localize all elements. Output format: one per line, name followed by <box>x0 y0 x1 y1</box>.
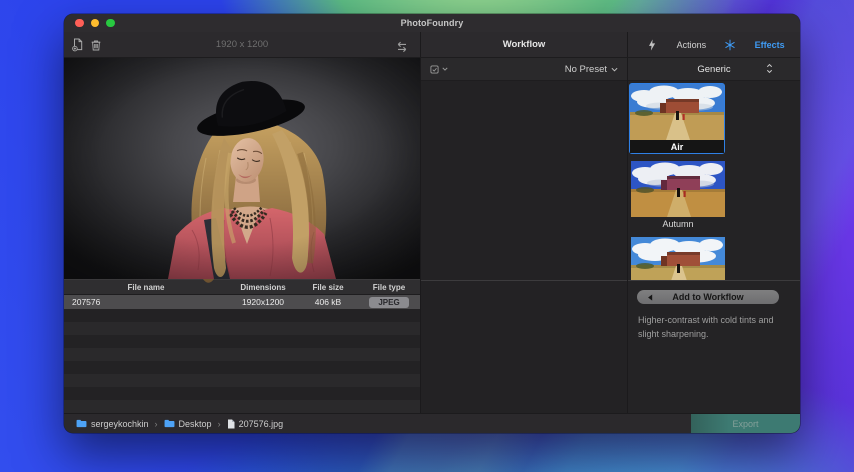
browser-panel: File name Dimensions File size File type… <box>64 58 421 413</box>
popup-updown-icon <box>766 63 773 74</box>
column-file-size[interactable]: File size <box>298 283 358 292</box>
table-row-empty <box>64 309 420 322</box>
file-type-badge: JPEG <box>369 297 408 308</box>
file-list-empty-area <box>64 309 420 413</box>
breadcrumb-user-folder[interactable]: sergeykochkin <box>91 419 149 429</box>
sparkle-snowflake-icon <box>724 39 736 51</box>
image-dimensions-label: 1920 x 1200 <box>64 39 420 50</box>
workflow-panel: No Preset <box>421 58 628 413</box>
portrait-photo <box>64 58 420 279</box>
effect-category-popup[interactable]: Generic <box>628 58 800 81</box>
cell-file-type: JPEG <box>358 297 420 308</box>
effect-detail-area: Add to Workflow Higher-contrast with col… <box>628 280 800 413</box>
table-row-empty <box>64 348 420 361</box>
workflow-options-menu[interactable] <box>430 65 448 74</box>
tab-actions[interactable]: Actions <box>677 40 707 50</box>
effect-description: Higher-contrast with cold tints and slig… <box>638 314 790 341</box>
compare-toggle-button[interactable] <box>393 38 411 56</box>
folder-icon <box>76 419 87 428</box>
cell-file-size: 406 kB <box>298 297 358 307</box>
breadcrumb-desktop[interactable]: Desktop <box>179 419 212 429</box>
tab-actions-icon-slot[interactable] <box>643 36 661 54</box>
chevron-down-icon <box>611 67 618 72</box>
photofoundry-window: PhotoFoundry 1920 x 1200 <box>64 14 800 433</box>
add-to-workflow-button[interactable]: Add to Workflow <box>637 290 779 304</box>
effects-list: Air <box>628 81 800 280</box>
tab-effects[interactable]: Effects <box>755 40 785 50</box>
effect-thumbnail-third[interactable] <box>631 237 725 280</box>
column-file-name[interactable]: File name <box>64 283 228 292</box>
export-button[interactable]: Export <box>691 414 800 433</box>
breadcrumb-file[interactable]: 207576.jpg <box>239 419 284 429</box>
table-row-empty <box>64 361 420 374</box>
effects-panel: Generic <box>628 58 800 413</box>
tab-effects-icon-slot[interactable] <box>721 36 739 54</box>
effect-label-autumn: Autumn <box>631 219 725 229</box>
table-row-empty <box>64 322 420 335</box>
table-row-empty <box>64 400 420 413</box>
lightning-icon <box>648 39 656 51</box>
header-row: 1920 x 1200 Workflow Actions <box>64 32 800 58</box>
checkbox-menu-icon <box>430 65 439 74</box>
swap-arrows-icon <box>395 41 409 53</box>
breadcrumb-separator: › <box>155 419 158 429</box>
window-title: PhotoFoundry <box>64 18 800 28</box>
photo-preview[interactable] <box>64 58 420 279</box>
effect-thumbnail-autumn[interactable]: Autumn <box>631 161 725 229</box>
effect-label-air: Air <box>630 140 724 153</box>
workflow-detail-area <box>421 280 627 413</box>
table-row-selected[interactable]: 207576 1920x1200 406 kB JPEG <box>64 295 420 309</box>
file-icon <box>227 419 235 429</box>
file-table-header: File name Dimensions File size File type <box>64 279 420 295</box>
preset-dropdown[interactable]: No Preset <box>565 64 618 75</box>
workflow-panel-title: Workflow <box>503 39 546 50</box>
left-triangle-icon <box>647 294 653 301</box>
workflow-steps-area[interactable] <box>421 81 627 280</box>
table-row-empty <box>64 335 420 348</box>
cell-dimensions: 1920x1200 <box>228 297 298 307</box>
chevron-down-icon <box>442 67 448 71</box>
effect-thumbnail-air[interactable]: Air <box>629 83 725 154</box>
breadcrumb-separator: › <box>218 419 221 429</box>
cell-file-name: 207576 <box>64 297 228 307</box>
workflow-preset-bar: No Preset <box>421 58 627 81</box>
column-file-type[interactable]: File type <box>358 283 420 292</box>
title-bar: PhotoFoundry <box>64 14 800 32</box>
table-row-empty <box>64 387 420 400</box>
column-dimensions[interactable]: Dimensions <box>228 283 298 292</box>
table-row-empty <box>64 374 420 387</box>
folder-icon <box>164 419 175 428</box>
status-bar: sergeykochkin › Desktop › 207576.jpg Exp… <box>64 413 800 433</box>
